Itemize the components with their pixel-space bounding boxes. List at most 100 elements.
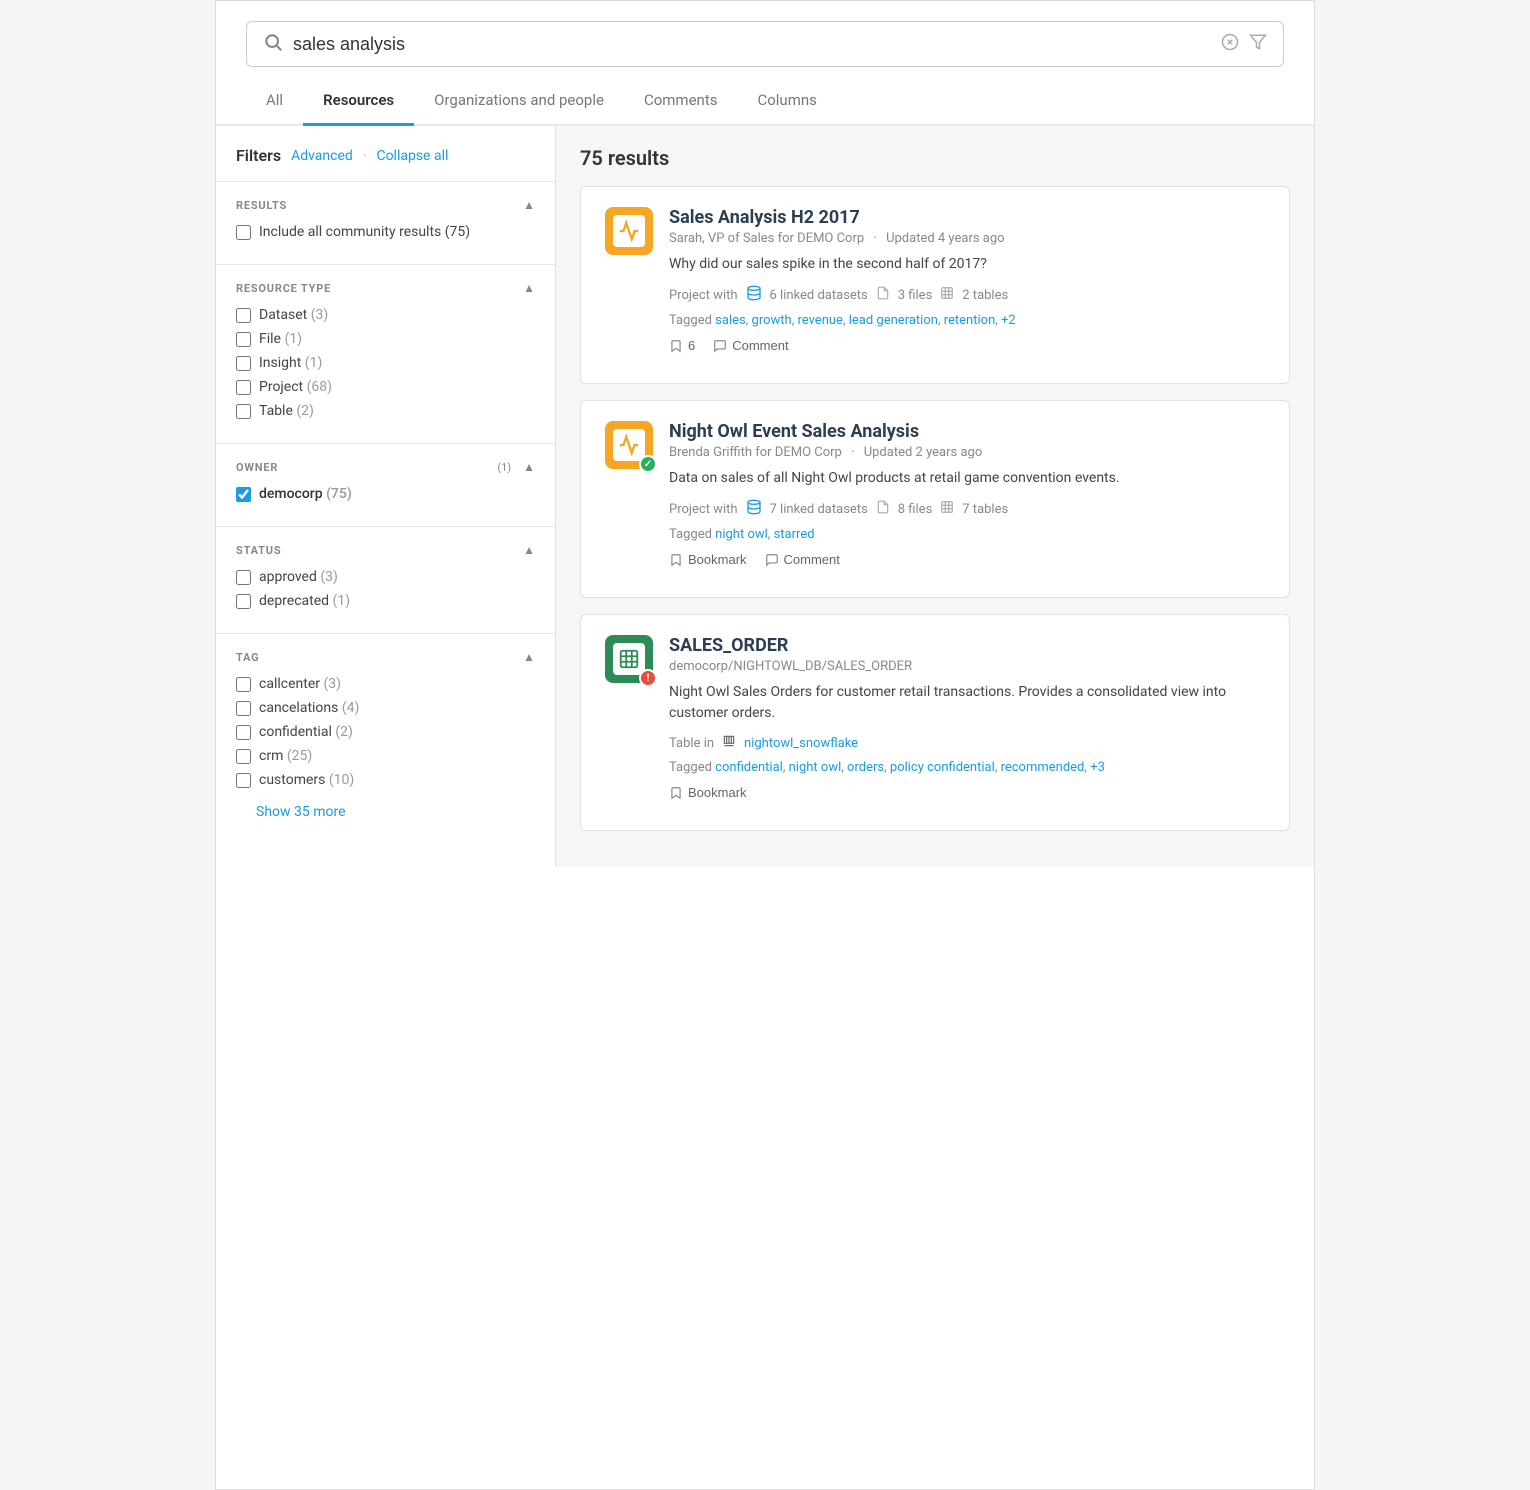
filter-status-header[interactable]: STATUS ▲ [236, 543, 535, 557]
card-2-bookmark-button[interactable]: Bookmark [669, 552, 747, 567]
filter-deprecated-label[interactable]: deprecated (1) [259, 593, 350, 609]
filter-table-label[interactable]: Table (2) [259, 403, 314, 419]
filter-results-header[interactable]: RESULTS ▲ [236, 198, 535, 212]
tabs-bar: All Resources Organizations and people C… [216, 77, 1314, 126]
tab-comments[interactable]: Comments [624, 77, 738, 126]
filter-dataset: Dataset (3) [236, 307, 535, 323]
card-1-comment-label: Comment [732, 338, 788, 353]
card-3-icon: ! [605, 635, 653, 683]
result-card-2: ✓ Night Owl Event Sales Analysis Brenda … [580, 400, 1290, 598]
card-3-db-link[interactable]: nightowl_snowflake [744, 736, 858, 751]
card-1-time: Updated 4 years ago [886, 231, 1005, 246]
tab-all[interactable]: All [246, 77, 303, 126]
card-2-comment-label: Comment [784, 552, 840, 567]
filter-cancelations-checkbox[interactable] [236, 701, 251, 716]
card-3-header: ! SALES_ORDER democorp/NIGHTOWL_DB/SALES… [605, 635, 1265, 800]
card-1-title[interactable]: Sales Analysis H2 2017 [669, 207, 1265, 228]
card-1-meta: Project with 6 linked datasets [669, 285, 1265, 305]
filter-insight-checkbox[interactable] [236, 356, 251, 371]
filter-project-checkbox[interactable] [236, 380, 251, 395]
filter-file-label[interactable]: File (1) [259, 331, 302, 347]
filter-file-checkbox[interactable] [236, 332, 251, 347]
card-3-tag-recommended[interactable]: recommended [1001, 760, 1085, 775]
filter-tag-header[interactable]: TAG ▲ [236, 650, 535, 664]
filter-section-tag: TAG ▲ callcenter (3) cancelations (4) co… [216, 633, 555, 836]
card-1-tag-lead-gen[interactable]: lead generation [849, 313, 938, 328]
card-2-tag-starred[interactable]: starred [774, 527, 815, 542]
card-2-main: Night Owl Event Sales Analysis Brenda Gr… [669, 421, 1265, 567]
filter-project: Project (68) [236, 379, 535, 395]
filter-crm: crm (25) [236, 748, 535, 764]
card-2-title[interactable]: Night Owl Event Sales Analysis [669, 421, 1265, 442]
filter-results-title: RESULTS [236, 199, 287, 212]
filters-advanced-link[interactable]: Advanced [291, 148, 353, 164]
card-3-bookmark-button[interactable]: Bookmark [669, 785, 747, 800]
filter-approved-checkbox[interactable] [236, 570, 251, 585]
card-1-subtitle: Sarah, VP of Sales for DEMO Corp · Updat… [669, 231, 1265, 246]
filter-crm-checkbox[interactable] [236, 749, 251, 764]
card-2-tag-nightowl[interactable]: night owl [715, 527, 768, 542]
filter-insight-label[interactable]: Insight (1) [259, 355, 322, 371]
filter-crm-label[interactable]: crm (25) [259, 748, 312, 764]
filter-democorp-checkbox[interactable] [236, 487, 251, 502]
filter-project-label[interactable]: Project (68) [259, 379, 332, 395]
filters-collapse-link[interactable]: Collapse all [376, 148, 448, 164]
filter-owner-header[interactable]: OWNER (1) ▲ [236, 460, 535, 474]
tab-resources[interactable]: Resources [303, 77, 414, 126]
card-3-title[interactable]: SALES_ORDER [669, 635, 1265, 656]
tab-orgs[interactable]: Organizations and people [414, 77, 624, 126]
filter-customers-checkbox[interactable] [236, 773, 251, 788]
card-1-datasets-count: 6 linked datasets [770, 288, 868, 303]
card-1-description: Why did our sales spike in the second ha… [669, 254, 1265, 275]
search-input[interactable] [293, 34, 1211, 55]
card-1-tag-revenue[interactable]: revenue [798, 313, 843, 328]
filter-resource-type-header[interactable]: RESOURCE TYPE ▲ [236, 281, 535, 295]
card-1-comment-button[interactable]: Comment [713, 338, 788, 353]
card-1-bookmark-count: 6 [688, 338, 695, 353]
filter-confidential: confidential (2) [236, 724, 535, 740]
results-count: 75 results [580, 146, 1290, 170]
card-3-tag-confidential[interactable]: confidential [715, 760, 783, 775]
filter-confidential-label[interactable]: confidential (2) [259, 724, 353, 740]
filter-approved-label[interactable]: approved (3) [259, 569, 338, 585]
filter-tag-chevron: ▲ [523, 650, 535, 664]
filter-file: File (1) [236, 331, 535, 347]
card-1-tag-retention[interactable]: retention [944, 313, 996, 328]
card-3-tag-more[interactable]: +3 [1090, 760, 1105, 775]
card-1-main: Sales Analysis H2 2017 Sarah, VP of Sale… [669, 207, 1265, 353]
search-input-wrapper [246, 21, 1284, 67]
card-1-tag-sales[interactable]: sales [715, 313, 746, 328]
card-3-tag-nightowl[interactable]: night owl [789, 760, 842, 775]
filter-callcenter: callcenter (3) [236, 676, 535, 692]
card-3-tag-orders[interactable]: orders [847, 760, 884, 775]
filter-dataset-label[interactable]: Dataset (3) [259, 307, 328, 323]
filter-community-label[interactable]: Include all community results (75) [259, 224, 470, 240]
show-more-tags-link[interactable]: Show 35 more [236, 796, 535, 820]
search-filter-button[interactable] [1249, 33, 1267, 56]
filter-community-results: Include all community results (75) [236, 224, 535, 240]
search-clear-button[interactable] [1221, 33, 1239, 56]
card-2-author: Brenda Griffith for DEMO Corp [669, 445, 842, 460]
card-1-icon-inner [613, 215, 645, 247]
tab-columns[interactable]: Columns [737, 77, 836, 126]
card-1-tables-count: 2 tables [962, 288, 1008, 303]
filter-confidential-checkbox[interactable] [236, 725, 251, 740]
card-1-tags: Tagged sales, growth, revenue, lead gene… [669, 313, 1265, 328]
result-card-3: ! SALES_ORDER democorp/NIGHTOWL_DB/SALES… [580, 614, 1290, 831]
card-2-comment-button[interactable]: Comment [765, 552, 840, 567]
filter-democorp-label[interactable]: democorp (75) [259, 486, 352, 502]
card-2-tables-icon [940, 500, 954, 518]
filter-callcenter-label[interactable]: callcenter (3) [259, 676, 341, 692]
card-1-tag-growth[interactable]: growth [752, 313, 792, 328]
card-3-tag-policy[interactable]: policy confidential [890, 760, 995, 775]
filter-table-checkbox[interactable] [236, 404, 251, 419]
card-1-bookmark-button[interactable]: 6 [669, 338, 695, 353]
filter-customers: customers (10) [236, 772, 535, 788]
filter-dataset-checkbox[interactable] [236, 308, 251, 323]
filter-cancelations-label[interactable]: cancelations (4) [259, 700, 359, 716]
card-1-tag-more[interactable]: +2 [1001, 313, 1016, 328]
filter-callcenter-checkbox[interactable] [236, 677, 251, 692]
filter-deprecated-checkbox[interactable] [236, 594, 251, 609]
filter-customers-label[interactable]: customers (10) [259, 772, 354, 788]
filter-community-checkbox[interactable] [236, 225, 251, 240]
